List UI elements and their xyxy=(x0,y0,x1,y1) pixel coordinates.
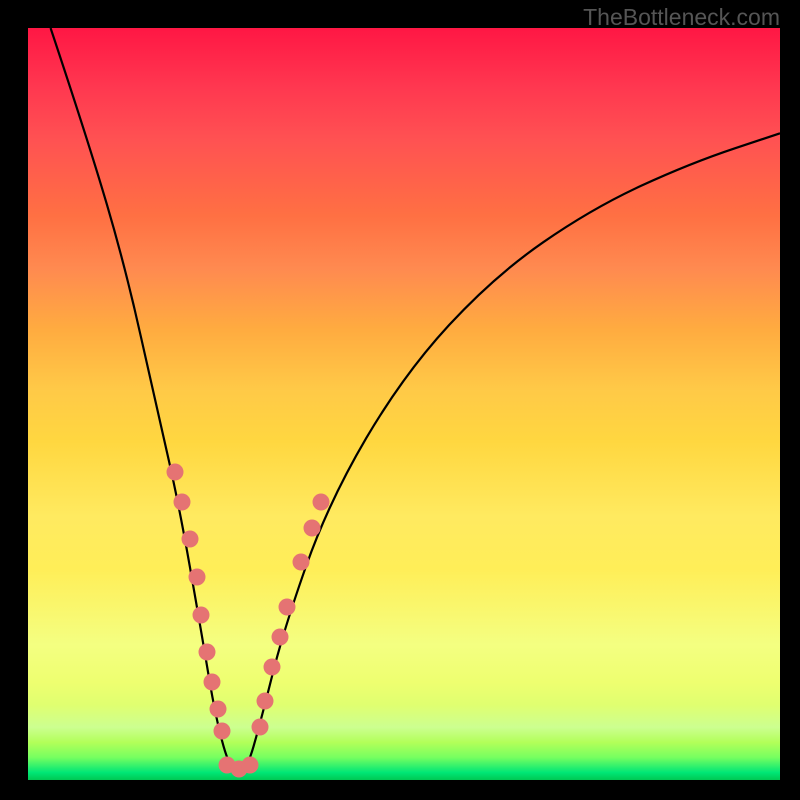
dot-left-8 xyxy=(214,723,231,740)
dot-right-5 xyxy=(292,553,309,570)
dot-bottom-2 xyxy=(241,756,258,773)
chart-container: TheBottleneck.com xyxy=(0,0,800,800)
v-curve-line xyxy=(51,28,780,772)
dot-left-3 xyxy=(189,568,206,585)
dot-right-1 xyxy=(256,693,273,710)
dot-right-0 xyxy=(251,719,268,736)
dot-left-5 xyxy=(198,644,215,661)
dot-right-3 xyxy=(271,629,288,646)
plot-area xyxy=(28,28,780,780)
dot-left-4 xyxy=(192,606,209,623)
dot-right-6 xyxy=(304,520,321,537)
dot-left-0 xyxy=(166,463,183,480)
curve-plot xyxy=(28,28,780,780)
dot-right-2 xyxy=(264,659,281,676)
watermark-text: TheBottleneck.com xyxy=(583,4,780,31)
dot-left-2 xyxy=(181,531,198,548)
dot-left-6 xyxy=(204,674,221,691)
dot-left-7 xyxy=(209,700,226,717)
dot-right-7 xyxy=(313,493,330,510)
dot-left-1 xyxy=(174,493,191,510)
dot-right-4 xyxy=(279,599,296,616)
